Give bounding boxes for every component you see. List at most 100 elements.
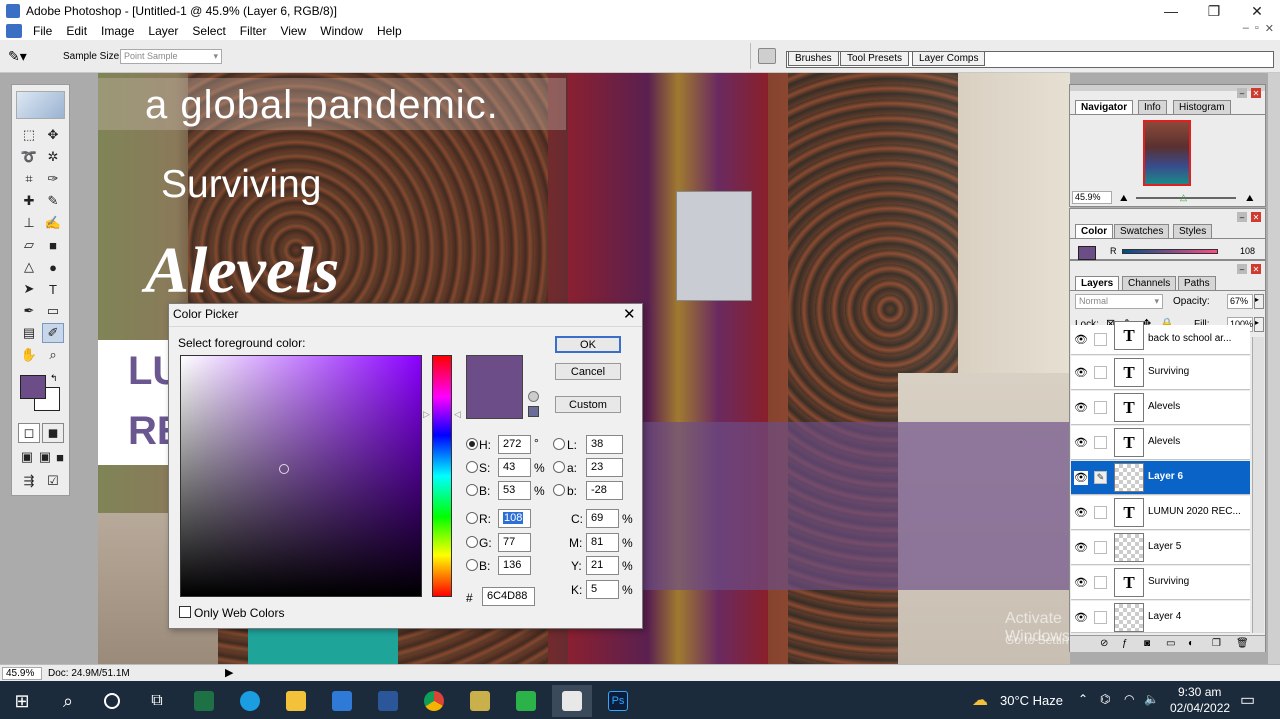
navigator-minimize-icon[interactable]: –: [1237, 88, 1247, 98]
saturation-radio[interactable]: [466, 461, 478, 473]
color-field[interactable]: [180, 355, 422, 597]
hue-radio[interactable]: [466, 438, 478, 450]
layer-link-box[interactable]: [1094, 611, 1107, 624]
status-zoom-field[interactable]: 45.9%: [2, 667, 42, 680]
feather-logo-icon[interactable]: [16, 91, 65, 119]
layer-link-box[interactable]: [1094, 436, 1107, 449]
menu-window[interactable]: Window: [313, 24, 370, 38]
type-tool-icon[interactable]: T: [42, 279, 64, 299]
visibility-eye-icon[interactable]: 👁: [1074, 611, 1088, 625]
app-menu-icon[interactable]: [6, 24, 22, 38]
add-mask-icon[interactable]: ◙: [1144, 638, 1150, 649]
zoom-out-icon[interactable]: ⛰: [1120, 193, 1128, 204]
quick-mask-mode-icon[interactable]: ◼: [42, 423, 64, 443]
doc-restore-button[interactable]: ▫: [1255, 22, 1259, 35]
inpage-icon[interactable]: [460, 685, 500, 717]
lab-l-field[interactable]: 38: [586, 435, 623, 454]
status-menu-arrow-icon[interactable]: ▶: [225, 666, 233, 679]
sample-size-select[interactable]: Point Sample ▾: [120, 49, 222, 64]
cortana-icon[interactable]: [92, 685, 132, 717]
tab-tool-presets[interactable]: Tool Presets: [840, 51, 910, 66]
jump-to-imageready-icon[interactable]: ⇶: [18, 471, 40, 491]
visibility-eye-icon[interactable]: 👁: [1074, 471, 1088, 485]
yellow-field[interactable]: 21: [586, 556, 619, 575]
phone-link-icon[interactable]: [506, 685, 546, 717]
new-set-icon[interactable]: ▭: [1166, 638, 1175, 649]
web-safe-color-icon[interactable]: [528, 406, 539, 417]
hue-slider-right-arrow-icon[interactable]: ◁: [454, 409, 461, 420]
gradient-tool-icon[interactable]: ■: [42, 235, 64, 255]
close-button[interactable]: ✕: [1234, 0, 1280, 22]
green-field[interactable]: 77: [498, 533, 531, 552]
shape-tool-icon[interactable]: ▭: [42, 301, 64, 321]
layer-link-box[interactable]: [1094, 506, 1107, 519]
restore-button[interactable]: ❐: [1191, 0, 1237, 22]
hand-tool-icon[interactable]: ✋: [18, 345, 40, 365]
layer-row[interactable]: 👁 T Alevels: [1071, 426, 1250, 460]
history-brush-tool-icon[interactable]: ✍: [42, 213, 64, 233]
gamut-warning-icon[interactable]: [528, 391, 539, 402]
lab-a-radio[interactable]: [553, 461, 565, 473]
custom-button[interactable]: Custom: [555, 396, 621, 413]
notes-tool-icon[interactable]: ▤: [18, 323, 40, 343]
layer-row-selected[interactable]: 👁 ✎ Layer 6: [1071, 461, 1250, 495]
wifi-icon[interactable]: ◠: [1124, 692, 1134, 706]
tab-color[interactable]: Color: [1075, 224, 1114, 238]
layer-link-box[interactable]: [1094, 541, 1107, 554]
magic-wand-tool-icon[interactable]: ✲: [42, 147, 64, 167]
layer-row[interactable]: 👁 T Alevels: [1071, 391, 1250, 425]
layer-row[interactable]: 👁 T LUMUN 2020 REC...: [1071, 496, 1250, 530]
healing-brush-tool-icon[interactable]: ✚: [18, 191, 40, 211]
visibility-eye-icon[interactable]: 👁: [1074, 576, 1088, 590]
notifications-icon[interactable]: ▭: [1240, 690, 1255, 710]
foreground-color-swatch[interactable]: [20, 375, 46, 399]
network-icon[interactable]: ⌬: [1100, 692, 1110, 706]
visibility-eye-icon[interactable]: 👁: [1074, 506, 1088, 520]
hex-field[interactable]: 6C4D88: [482, 587, 535, 606]
layers-close-icon[interactable]: ✕: [1251, 264, 1261, 274]
hue-slider[interactable]: [432, 355, 452, 597]
slice-tool-icon[interactable]: ✑: [42, 169, 64, 189]
green-radio[interactable]: [466, 536, 478, 548]
lasso-tool-icon[interactable]: ➰: [18, 147, 40, 167]
layer-link-box[interactable]: [1094, 401, 1107, 414]
navigator-close-icon[interactable]: ✕: [1251, 88, 1261, 98]
adjustment-layer-icon[interactable]: ◐: [1188, 638, 1194, 649]
zoom-in-icon[interactable]: ⛰: [1246, 193, 1254, 204]
word-icon[interactable]: [368, 685, 408, 717]
standard-mode-icon[interactable]: ◻: [18, 423, 40, 443]
visibility-eye-icon[interactable]: 👁: [1074, 541, 1088, 555]
dialog-close-icon[interactable]: ✕: [623, 305, 636, 323]
menu-layer[interactable]: Layer: [141, 24, 185, 38]
search-icon[interactable]: ⌕: [48, 685, 88, 717]
saturation-field[interactable]: 43: [498, 458, 531, 477]
doc-minimize-button[interactable]: –: [1243, 22, 1249, 35]
layer-row[interactable]: 👁 Layer 5: [1071, 531, 1250, 565]
eyedropper-tool-preset-icon[interactable]: ✎▾: [8, 48, 27, 65]
visibility-eye-icon[interactable]: 👁: [1074, 401, 1088, 415]
delete-layer-icon[interactable]: 🗑: [1236, 638, 1249, 649]
color-close-icon[interactable]: ✕: [1251, 212, 1261, 222]
crop-tool-icon[interactable]: ⌗: [18, 169, 40, 189]
lab-b-radio[interactable]: [553, 484, 565, 496]
visibility-eye-icon[interactable]: 👁: [1074, 366, 1088, 380]
doc-close-button[interactable]: ✕: [1265, 22, 1274, 35]
menu-image[interactable]: Image: [94, 24, 141, 38]
layers-minimize-icon[interactable]: –: [1237, 264, 1247, 274]
layers-scrollbar[interactable]: [1252, 337, 1264, 633]
navigator-zoom-slider-handle[interactable]: △: [1180, 192, 1187, 203]
new-layer-icon[interactable]: ❐: [1212, 638, 1221, 649]
link-layers-icon[interactable]: ⊘: [1100, 638, 1108, 649]
lab-b-field[interactable]: -28: [586, 481, 623, 500]
weather-text[interactable]: 30°C Haze: [1000, 693, 1063, 708]
swap-colors-icon[interactable]: ↰: [50, 373, 58, 384]
brightness-radio[interactable]: [466, 484, 478, 496]
brightness-field[interactable]: 53: [498, 481, 531, 500]
black-field[interactable]: 5: [586, 580, 619, 599]
color-field-cursor[interactable]: [279, 464, 289, 474]
photoshop-feather-taskbar-icon[interactable]: [552, 685, 592, 717]
blur-tool-icon[interactable]: △: [18, 257, 40, 277]
file-explorer-icon[interactable]: [276, 685, 316, 717]
clock-time[interactable]: 9:30 am: [1178, 685, 1221, 699]
lab-a-field[interactable]: 23: [586, 458, 623, 477]
